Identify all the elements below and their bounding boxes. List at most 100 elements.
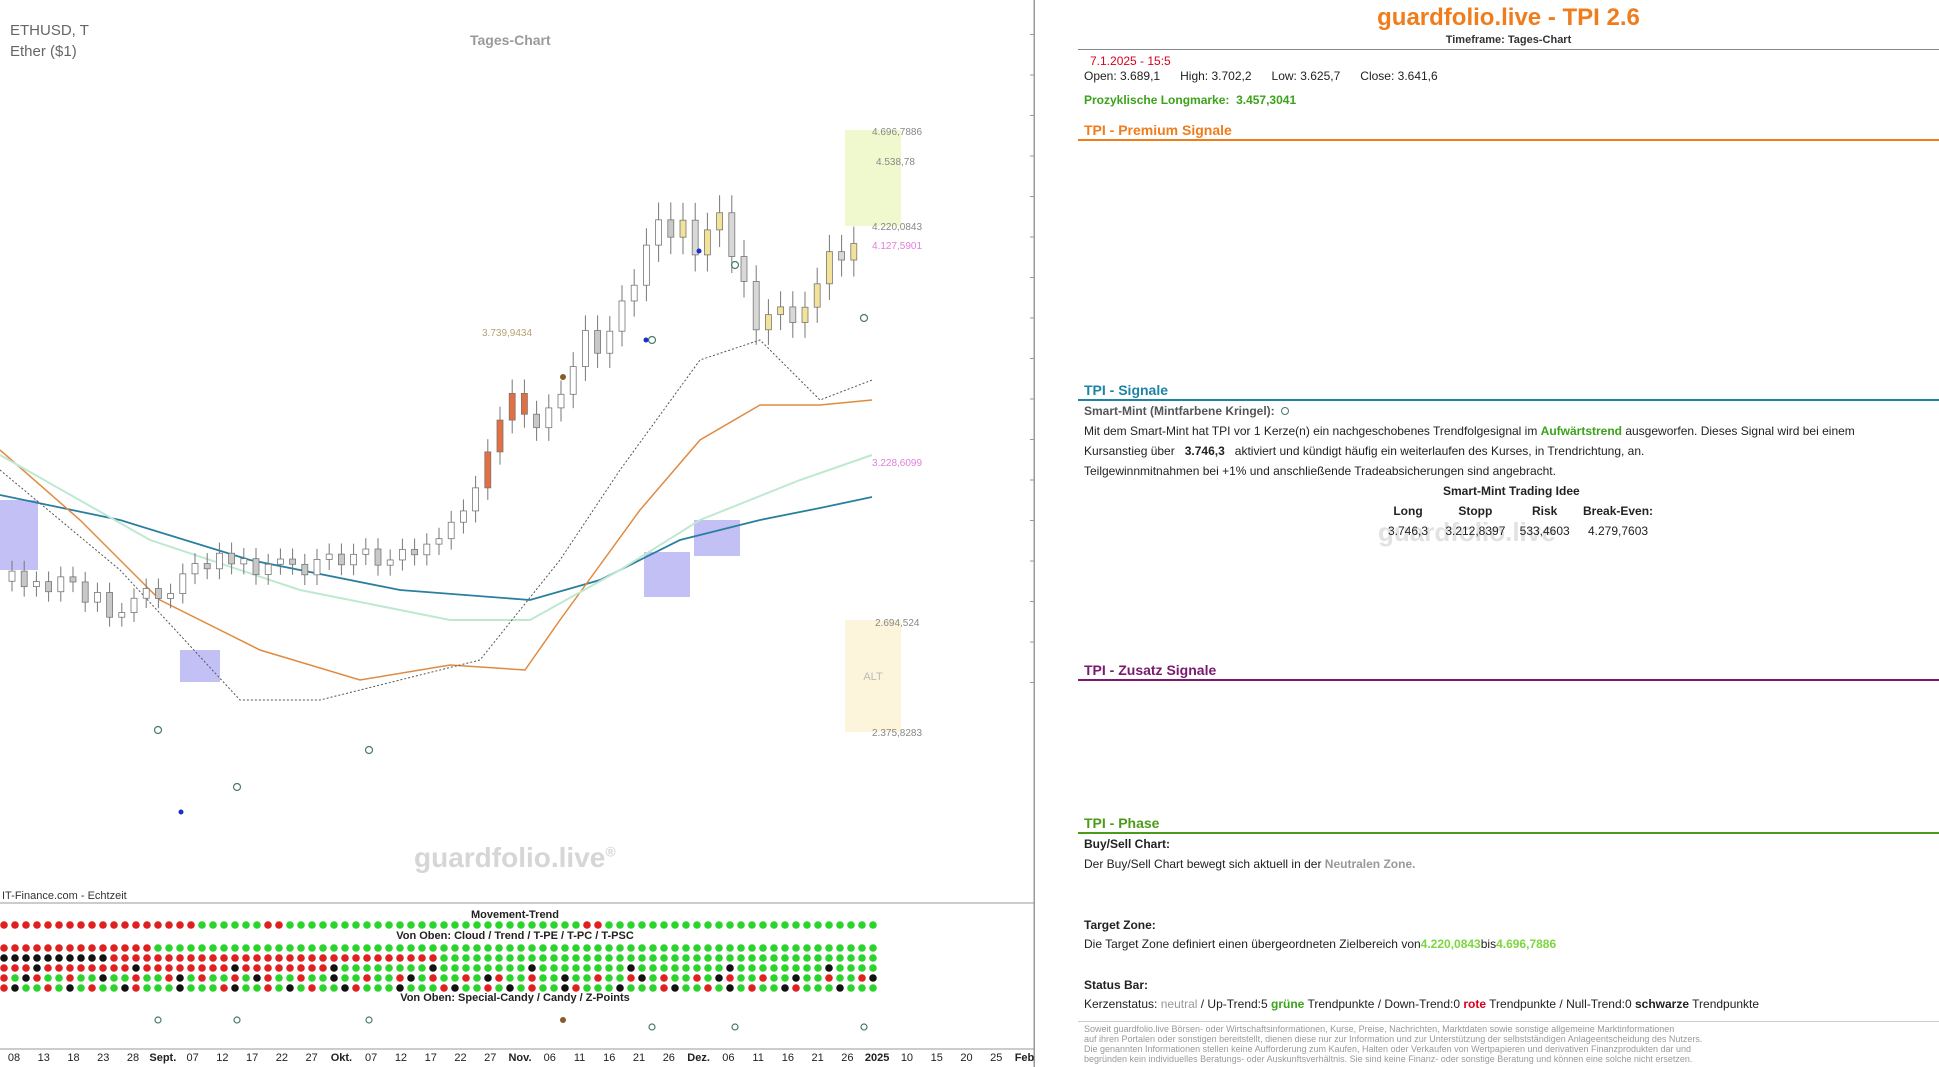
trend-dot (341, 964, 349, 972)
trade-header-row: Long Stopp Risk Break-Even: (1378, 504, 1656, 518)
trend-dot (275, 974, 283, 982)
trend-dot (660, 921, 668, 929)
candle-body (850, 243, 858, 261)
target-label: Target Zone: (1084, 918, 1156, 932)
trend-dot (220, 944, 228, 952)
trade-value: 4.279,7603 (1588, 524, 1649, 538)
candle-body (728, 212, 736, 257)
price-chart[interactable]: 9S54M5.2005.0004.8004.6004.4004.2004.000… (0, 0, 1034, 1067)
trend-dot (341, 984, 349, 992)
candle-body (289, 558, 297, 565)
date-label: 22 (276, 1052, 288, 1064)
trend-dot (561, 921, 569, 929)
trend-dot (495, 974, 503, 982)
trend-dot (836, 984, 844, 992)
trend-dot (88, 944, 96, 952)
trend-dot (572, 974, 580, 982)
candle-body (618, 300, 626, 332)
trend-dot (825, 921, 833, 929)
date-label: 28 (127, 1052, 139, 1064)
blue-dot-marker (696, 248, 702, 254)
disclaimer-divider (1078, 1021, 1939, 1022)
trade-header: Break-Even: (1583, 504, 1654, 518)
trend-dot (77, 954, 85, 962)
trend-dot (407, 964, 415, 972)
trend-dot (748, 964, 756, 972)
trend-dot (770, 984, 778, 992)
trend-dot (451, 944, 459, 952)
trend-dot (11, 944, 19, 952)
buysell-zone: Neutralen Zone. (1324, 857, 1416, 871)
trend-dot (11, 954, 19, 962)
trend-dot (847, 984, 855, 992)
trend-dot (22, 921, 30, 929)
trend-dot (110, 944, 118, 952)
trend-dot (550, 944, 558, 952)
tpi-panel: guardfolio.live - TPI 2.6 Timeframe: Tag… (1078, 0, 1939, 1067)
status-d: Trendpunkte / Null-Trend:0 (1486, 997, 1635, 1011)
trend-dot (561, 974, 569, 982)
trend-dot (583, 954, 591, 962)
trend-dot (396, 984, 404, 992)
trend-dot (286, 944, 294, 952)
target-text-a: Die Target Zone definiert einen übergeor… (1084, 937, 1421, 951)
trend-dot (253, 921, 261, 929)
trend-dot (121, 964, 129, 972)
zusatz-signals-title: TPI - Zusatz Signale (1084, 662, 1217, 678)
chart-area[interactable]: 9S54M5.2005.0004.8004.6004.4004.2004.000… (0, 0, 1035, 1067)
trend-dot (517, 954, 525, 962)
date-label: 11 (752, 1052, 763, 1064)
trend-dot (11, 984, 19, 992)
premium-signals-title: TPI - Premium Signale (1084, 122, 1232, 138)
data-source-label: IT-Finance.com - Echtzeit (2, 890, 127, 902)
longmark-label: Prozyklische Longmarke: (1084, 93, 1230, 107)
date-label: 07 (186, 1052, 198, 1064)
candle-body (252, 558, 260, 575)
trend-dot (242, 974, 250, 982)
candle-body (582, 330, 589, 367)
trend-dot (55, 974, 63, 982)
trade-value: 533,4603 (1519, 524, 1570, 538)
trend-dot (209, 921, 217, 929)
trend-dot (143, 974, 151, 982)
trend-dot (847, 954, 855, 962)
trend-dot (605, 921, 613, 929)
trend-dot (352, 921, 360, 929)
trend-dot (814, 954, 822, 962)
trend-dot (660, 944, 668, 952)
trend-dot (594, 921, 602, 929)
mint-circle-icon (1281, 407, 1290, 415)
signal-text-2b: aktiviert und kündigt häufig ein weiterl… (1231, 444, 1645, 458)
subchart-title: Von Oben: Cloud / Trend / T-PE / T-PC / … (396, 930, 634, 942)
trend-dot (220, 964, 228, 972)
trend-dot (0, 921, 8, 929)
close-value: 3.641,6 (1397, 69, 1438, 83)
trade-header: Stopp (1458, 504, 1493, 518)
signals-title: TPI - Signale (1084, 382, 1169, 398)
trend-dot (627, 974, 635, 982)
trend-dot (66, 921, 74, 929)
trend-dot (462, 954, 470, 962)
trend-dot (22, 954, 30, 962)
trend-dot (561, 984, 569, 992)
trend-dot (770, 944, 778, 952)
trend-dot (484, 964, 492, 972)
trend-dot (363, 974, 371, 982)
trend-dot (759, 984, 767, 992)
trend-dot (748, 954, 756, 962)
trend-dot (781, 974, 789, 982)
trend-dot (792, 921, 800, 929)
candle-body (643, 244, 650, 286)
trend-dot (253, 984, 261, 992)
alt-label-lower: 2.375,8283 (872, 728, 922, 739)
trend-dot (330, 974, 338, 982)
zusatz-divider (1078, 679, 1939, 681)
trend-dot (143, 984, 151, 992)
trend-dot (473, 944, 481, 952)
trend-dot (847, 974, 855, 982)
date-label: 11 (574, 1052, 585, 1064)
trend-dot (165, 984, 173, 992)
trend-dot (374, 974, 382, 982)
trend-dot (770, 974, 778, 982)
trend-dot (176, 964, 184, 972)
